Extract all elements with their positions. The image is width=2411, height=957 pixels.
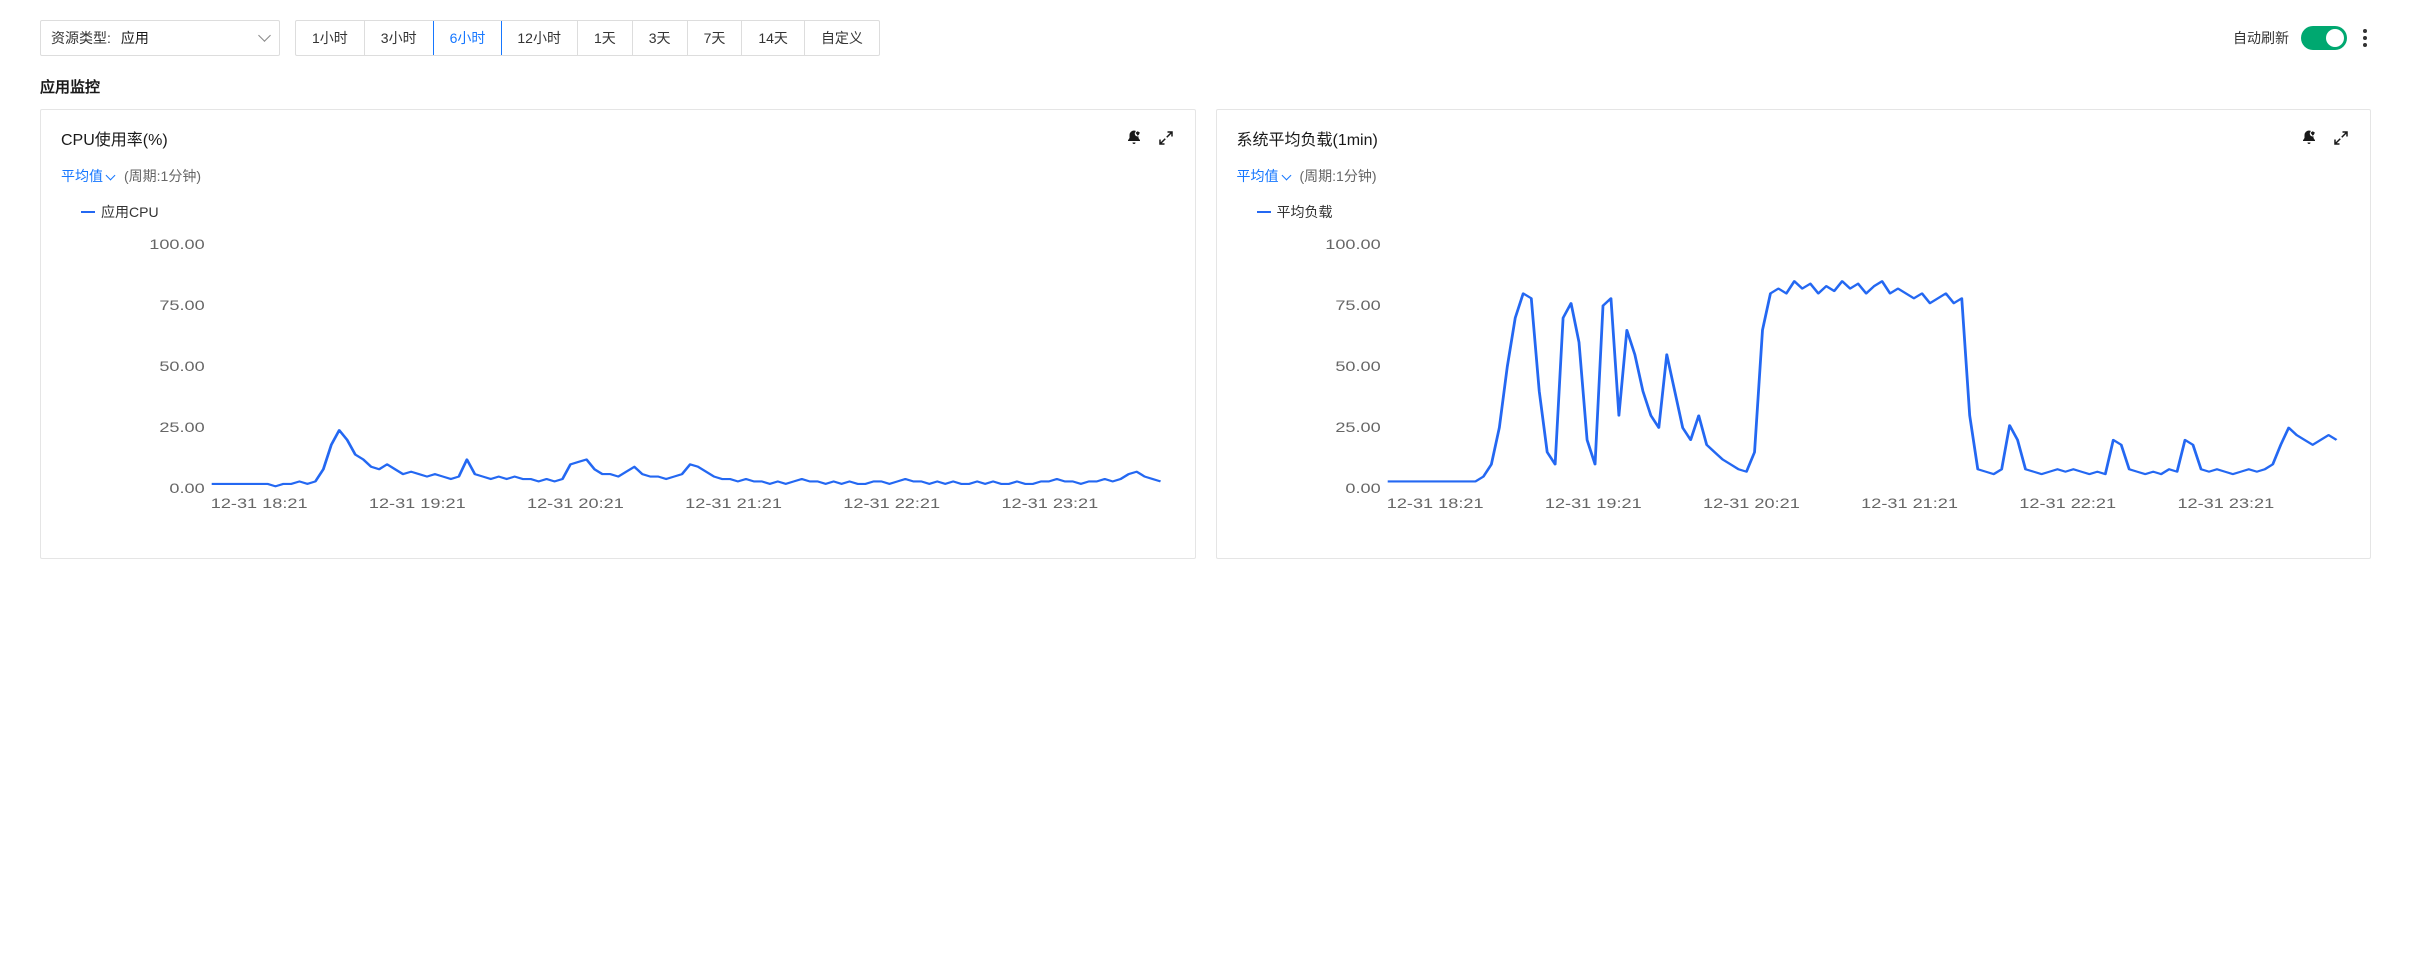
auto-refresh-toggle[interactable] xyxy=(2301,26,2347,50)
time-tab[interactable]: 3小时 xyxy=(365,21,434,55)
svg-text:12-31 18:21: 12-31 18:21 xyxy=(1386,496,1483,510)
chart: 100.00 75.00 50.00 25.00 0.00 12-31 18:21 12-… xyxy=(1297,234,2351,510)
svg-text:100.00: 100.00 xyxy=(1325,237,1381,252)
panel-header: 系统平均负载(1min) xyxy=(1237,126,2351,150)
svg-text:12-31 20:21: 12-31 20:21 xyxy=(1703,496,1800,510)
time-tab[interactable]: 自定义 xyxy=(805,21,879,55)
svg-text:12-31 22:21: 12-31 22:21 xyxy=(2019,496,2116,510)
svg-text:50.00: 50.00 xyxy=(1335,359,1380,374)
panel-header: CPU使用率(%) xyxy=(61,126,1175,150)
svg-text:75.00: 75.00 xyxy=(159,298,204,313)
svg-text:25.00: 25.00 xyxy=(1335,420,1380,435)
expand-icon[interactable] xyxy=(2332,129,2350,147)
more-menu-icon[interactable] xyxy=(2359,25,2371,51)
legend-label: 平均负载 xyxy=(1277,202,1333,222)
svg-text:12-31 21:21: 12-31 21:21 xyxy=(685,496,782,510)
legend-label: 应用CPU xyxy=(101,202,159,222)
time-tab[interactable]: 1天 xyxy=(578,21,633,55)
resource-type-value: 应用 xyxy=(121,28,260,48)
svg-text:0.00: 0.00 xyxy=(1345,481,1380,496)
panel-icons xyxy=(2300,129,2350,147)
chevron-down-icon xyxy=(106,170,116,180)
aggregation-select[interactable]: 平均值 xyxy=(1237,166,1290,186)
time-tab[interactable]: 7天 xyxy=(688,21,743,55)
alert-icon[interactable] xyxy=(1125,129,1143,147)
svg-text:12-31 23:21: 12-31 23:21 xyxy=(2177,496,2274,510)
period-text: (周期:1分钟) xyxy=(1300,166,1377,186)
period-text: (周期:1分钟) xyxy=(124,166,201,186)
svg-text:75.00: 75.00 xyxy=(1335,298,1380,313)
svg-text:0.00: 0.00 xyxy=(169,481,204,496)
resource-type-select[interactable]: 资源类型: 应用 xyxy=(40,20,280,56)
expand-icon[interactable] xyxy=(1157,129,1175,147)
panel-icons xyxy=(1125,129,1175,147)
chart-panel: 系统平均负载(1min) 平均值 (周期:1分钟) 平均负载 100.00 75.… xyxy=(1216,109,2372,559)
time-tab[interactable]: 12小时 xyxy=(501,21,578,55)
svg-text:12-31 19:21: 12-31 19:21 xyxy=(1544,496,1641,510)
chart-panel: CPU使用率(%) 平均值 (周期:1分钟) 应用CPU 100.00 75.00… xyxy=(40,109,1196,559)
svg-text:12-31 22:21: 12-31 22:21 xyxy=(843,496,940,510)
chart-area: 100.00 75.00 50.00 25.00 0.00 12-31 18:21 12-… xyxy=(61,234,1175,534)
top-bar: 资源类型: 应用 1小时3小时6小时12小时1天3天7天14天自定义 自动刷新 xyxy=(40,20,2371,56)
svg-text:50.00: 50.00 xyxy=(159,359,204,374)
svg-text:100.00: 100.00 xyxy=(149,237,205,252)
top-right-controls: 自动刷新 xyxy=(2233,25,2371,51)
chart-legend: 平均负载 xyxy=(1237,202,2351,222)
time-tab[interactable]: 14天 xyxy=(742,21,805,55)
svg-text:12-31 19:21: 12-31 19:21 xyxy=(369,496,466,510)
alert-icon[interactable] xyxy=(2300,129,2318,147)
chart-area: 100.00 75.00 50.00 25.00 0.00 12-31 18:21 12-… xyxy=(1237,234,2351,534)
chevron-down-icon xyxy=(1281,170,1291,180)
aggregation-row: 平均值 (周期:1分钟) xyxy=(61,166,1175,186)
legend-color-icon xyxy=(81,211,95,214)
legend-color-icon xyxy=(1257,211,1271,214)
time-tab[interactable]: 6小时 xyxy=(433,20,503,56)
panels-container: CPU使用率(%) 平均值 (周期:1分钟) 应用CPU 100.00 75.00… xyxy=(40,109,2371,559)
chart-legend: 应用CPU xyxy=(61,202,1175,222)
resource-type-label: 资源类型: xyxy=(51,28,111,48)
svg-text:25.00: 25.00 xyxy=(159,420,204,435)
panel-title: CPU使用率(%) xyxy=(61,126,1125,150)
aggregation-row: 平均值 (周期:1分钟) xyxy=(1237,166,2351,186)
chart: 100.00 75.00 50.00 25.00 0.00 12-31 18:21 12-… xyxy=(121,234,1175,510)
time-range-tabs: 1小时3小时6小时12小时1天3天7天14天自定义 xyxy=(295,20,880,56)
svg-text:12-31 21:21: 12-31 21:21 xyxy=(1861,496,1958,510)
section-title: 应用监控 xyxy=(40,76,2371,97)
panel-title: 系统平均负载(1min) xyxy=(1237,126,2301,150)
time-tab[interactable]: 1小时 xyxy=(296,21,365,55)
svg-text:12-31 23:21: 12-31 23:21 xyxy=(1001,496,1098,510)
time-tab[interactable]: 3天 xyxy=(633,21,688,55)
svg-text:12-31 18:21: 12-31 18:21 xyxy=(211,496,308,510)
svg-text:12-31 20:21: 12-31 20:21 xyxy=(527,496,624,510)
auto-refresh-label: 自动刷新 xyxy=(2233,28,2289,48)
aggregation-select[interactable]: 平均值 xyxy=(61,166,114,186)
chevron-down-icon xyxy=(260,30,269,46)
